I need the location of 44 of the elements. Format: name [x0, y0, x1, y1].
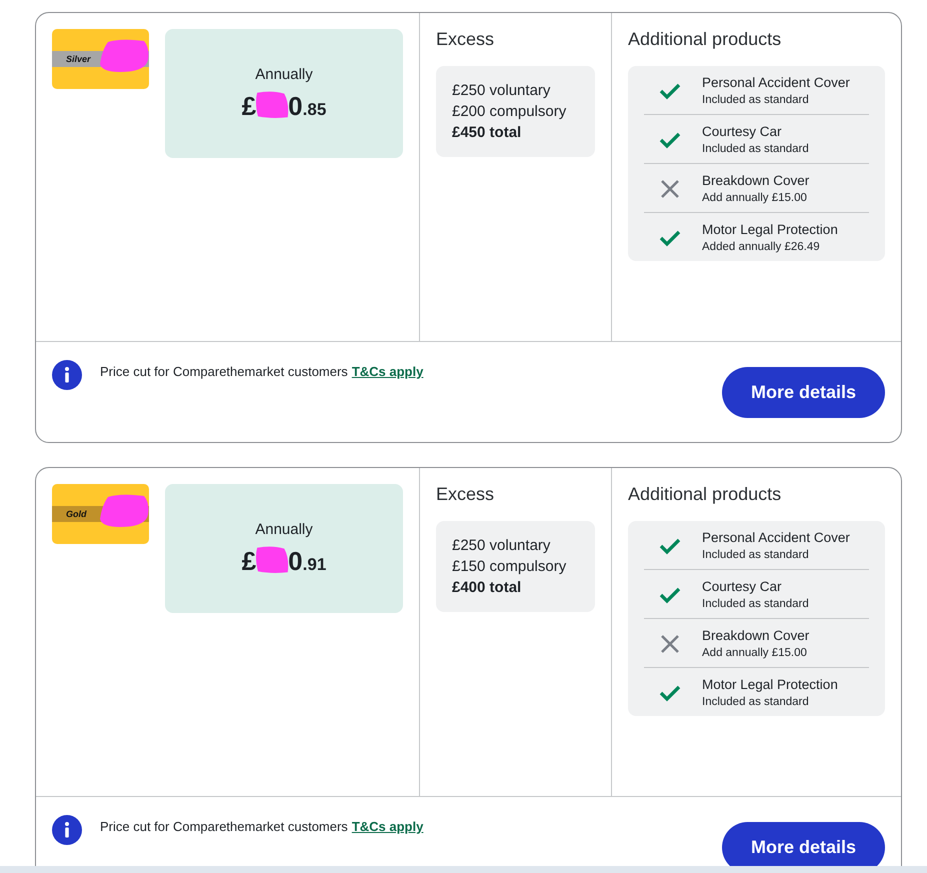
section-heading: Excess: [436, 484, 496, 505]
tier-label: Silver: [66, 54, 91, 64]
more-details-button[interactable]: More details: [722, 367, 885, 418]
billing-period: Annually: [255, 66, 313, 82]
excess-line: £250 voluntary: [452, 537, 552, 554]
excess-line: £150 compulsory: [452, 558, 568, 575]
product-status: Included as standard: [702, 94, 810, 106]
billing-period: Annually: [255, 520, 313, 538]
excess-line: £200 compulsory: [452, 103, 568, 120]
currency-symbol: £: [242, 90, 256, 122]
promo-message: Price cut for Comparethemarket customers: [100, 364, 348, 379]
product-status: Add annually £15.00: [702, 192, 808, 204]
product-name: Courtesy Car: [702, 124, 783, 139]
price-digit: 0: [288, 90, 303, 122]
section-heading: Excess: [436, 29, 496, 50]
excess-line: £250 voluntary: [452, 82, 552, 99]
product-status: Add annually £15.00: [702, 647, 808, 659]
product-status: Included as standard: [702, 549, 810, 561]
section-heading: Additional products: [628, 29, 782, 50]
product-name: Courtesy Car: [702, 579, 783, 594]
product-name: Motor Legal Protection: [702, 222, 838, 237]
price-digit: 0: [288, 546, 303, 576]
tier-label: Gold: [66, 509, 86, 519]
product-name: Personal Accident Cover: [702, 75, 850, 90]
info-icon: [52, 815, 82, 845]
promo-message: Price cut for Comparethemarket customers: [100, 819, 348, 834]
product-name: Breakdown Cover: [702, 173, 810, 188]
product-status: Included as standard: [702, 598, 809, 610]
terms-link[interactable]: T&Cs apply: [352, 364, 424, 379]
product-status: Included as standard: [702, 696, 810, 708]
excess-total: £450 total: [452, 124, 522, 141]
product-status: Added annually £26.49: [702, 241, 821, 253]
more-details-button[interactable]: More details: [722, 822, 885, 866]
terms-link[interactable]: T&Cs apply: [352, 819, 424, 834]
info-icon: [52, 360, 82, 390]
product-name: Breakdown Cover: [702, 628, 810, 643]
price-pence: .91: [302, 554, 326, 574]
currency-symbol: £: [242, 546, 256, 576]
excess-total: £400 total: [452, 579, 522, 596]
section-heading: Additional products: [628, 484, 782, 505]
product-status: Included as standard: [702, 143, 809, 155]
product-name: Motor Legal Protection: [702, 677, 838, 692]
price-pence: .85: [302, 100, 326, 120]
product-name: Personal Accident Cover: [702, 530, 850, 545]
